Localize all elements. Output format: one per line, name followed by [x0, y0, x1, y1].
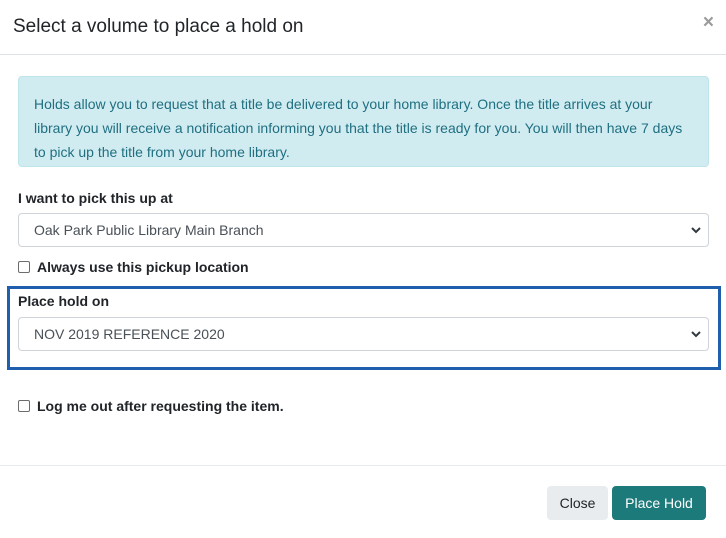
volume-value: NOV 2019 REFERENCE 2020 — [34, 326, 225, 342]
place-hold-on-label: Place hold on — [18, 293, 110, 309]
close-icon[interactable]: × — [703, 13, 714, 33]
close-button[interactable]: Close — [547, 486, 608, 520]
chevron-down-icon — [691, 331, 701, 338]
volume-select[interactable]: NOV 2019 REFERENCE 2020 — [18, 317, 709, 351]
logout-after-request-checkbox[interactable] — [18, 400, 30, 412]
pickup-location-select[interactable]: Oak Park Public Library Main Branch — [18, 213, 709, 247]
place-hold-button[interactable]: Place Hold — [612, 486, 706, 520]
dialog-header: Select a volume to place a hold on × — [0, 0, 726, 55]
always-use-pickup-label[interactable]: Always use this pickup location — [37, 259, 249, 275]
pickup-location-label: I want to pick this up at — [18, 190, 173, 206]
footer-divider — [0, 465, 726, 466]
always-use-pickup-row[interactable]: Always use this pickup location — [18, 259, 249, 275]
info-alert: Holds allow you to request that a title … — [18, 76, 709, 167]
logout-after-request-row[interactable]: Log me out after requesting the item. — [18, 398, 284, 414]
place-hold-dialog: Select a volume to place a hold on × Hol… — [0, 0, 726, 538]
always-use-pickup-checkbox[interactable] — [18, 261, 30, 273]
chevron-down-icon — [691, 227, 701, 234]
logout-after-request-label[interactable]: Log me out after requesting the item. — [37, 398, 284, 414]
pickup-location-value: Oak Park Public Library Main Branch — [34, 222, 264, 238]
dialog-title: Select a volume to place a hold on — [13, 16, 304, 37]
